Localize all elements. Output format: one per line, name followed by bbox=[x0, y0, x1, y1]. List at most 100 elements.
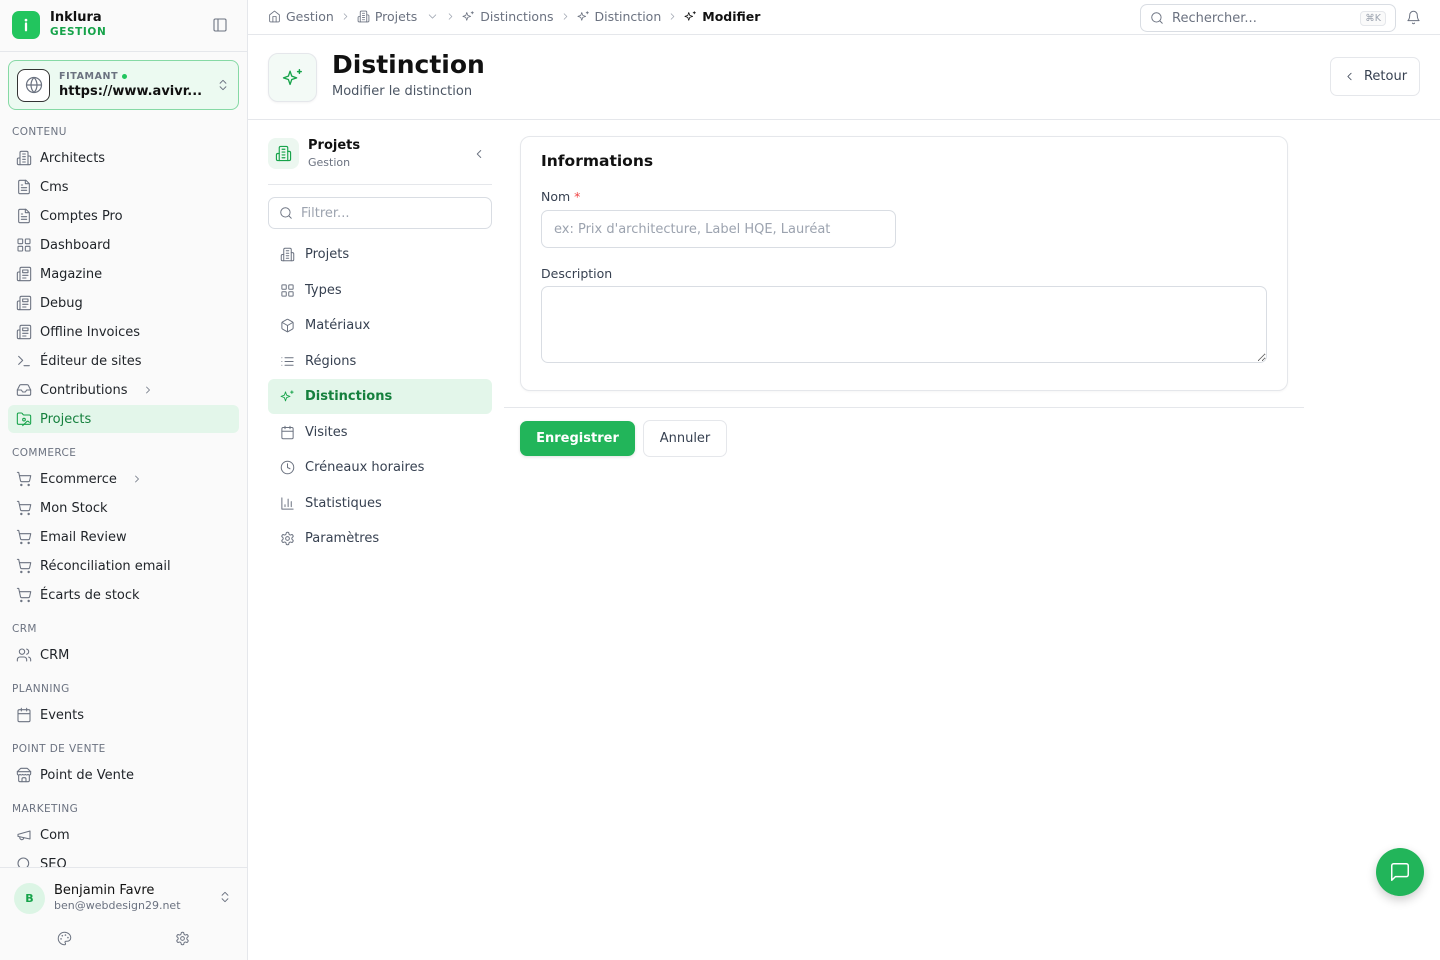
sidebar-item-label: Events bbox=[40, 707, 85, 723]
gear-icon[interactable] bbox=[175, 931, 190, 946]
breadcrumb-distinctions[interactable]: Distinctions bbox=[462, 9, 554, 24]
sidebar-item-reconciliation-email[interactable]: Réconciliation email bbox=[8, 552, 239, 580]
breadcrumb-label: Distinctions bbox=[480, 9, 554, 24]
sidebar-nav: CONTENU Architects Cms Comptes Pro Dashb… bbox=[0, 120, 247, 870]
sidebar-item-label: Réconciliation email bbox=[40, 558, 171, 574]
subnav-item-types[interactable]: Types bbox=[268, 273, 492, 308]
sidebar-item-offline-invoices[interactable]: Offline Invoices bbox=[8, 318, 239, 346]
breadcrumb-label: Projets bbox=[374, 9, 418, 24]
clock-icon bbox=[280, 460, 295, 475]
brand[interactable]: Inklura GESTION bbox=[12, 11, 106, 39]
name-label-text: Nom bbox=[541, 189, 571, 204]
chevron-left-icon bbox=[1343, 70, 1356, 83]
sidebar-item-mon-stock[interactable]: Mon Stock bbox=[8, 494, 239, 522]
subnav-item-regions[interactable]: Régions bbox=[268, 344, 492, 379]
chevron-right-icon bbox=[667, 11, 678, 22]
breadcrumb-distinction[interactable]: Distinction bbox=[577, 9, 662, 24]
subnav-header: Projets Gestion bbox=[268, 137, 492, 185]
grid-icon bbox=[16, 237, 32, 253]
required-mark: * bbox=[574, 189, 581, 204]
newspaper-icon bbox=[16, 295, 32, 311]
breadcrumb-label: Modifier bbox=[702, 9, 761, 24]
save-button[interactable]: Enregistrer bbox=[520, 421, 635, 456]
sidebar-item-editeur-de-sites[interactable]: Éditeur de sites bbox=[8, 347, 239, 375]
sidebar-item-ecarts-de-stock[interactable]: Écarts de stock bbox=[8, 581, 239, 609]
section-commerce: COMMERCE bbox=[12, 447, 77, 459]
user-email: ben@webdesign29.net bbox=[54, 899, 181, 912]
search-icon bbox=[1150, 11, 1164, 25]
name-input[interactable] bbox=[541, 210, 896, 248]
palette-icon[interactable] bbox=[57, 931, 72, 946]
file-icon bbox=[16, 208, 32, 224]
subnav-item-statistiques[interactable]: Statistiques bbox=[268, 486, 492, 521]
sidebar-item-cms[interactable]: Cms bbox=[8, 173, 239, 201]
description-textarea[interactable] bbox=[541, 286, 1267, 363]
collapse-subnav-icon[interactable] bbox=[472, 147, 486, 161]
filter-placeholder: Filtrer... bbox=[301, 205, 350, 221]
newspaper-icon bbox=[16, 324, 32, 340]
page-header: Distinction Modifier le distinction Reto… bbox=[248, 35, 1440, 120]
subnav-filter-input[interactable]: Filtrer... bbox=[268, 197, 492, 229]
sidebar-divider bbox=[0, 51, 247, 52]
breadcrumb-label: Distinction bbox=[594, 9, 662, 24]
sidebar-item-debug[interactable]: Debug bbox=[8, 289, 239, 317]
site-switcher[interactable]: FITAMANT https://www.avivr... bbox=[8, 60, 239, 110]
page-subtitle: Modifier le distinction bbox=[332, 84, 473, 99]
sidebar-item-projects[interactable]: Projects bbox=[8, 405, 239, 433]
subnav-item-label: Distinctions bbox=[305, 389, 393, 404]
subnav-item-visites[interactable]: Visites bbox=[268, 415, 492, 450]
newspaper-icon bbox=[16, 266, 32, 282]
sidebar-item-dashboard[interactable]: Dashboard bbox=[8, 231, 239, 259]
sidebar-item-label: Ecommerce bbox=[40, 471, 117, 487]
breadcrumb: Gestion Projets Distinctions Distinction… bbox=[268, 9, 760, 24]
global-search[interactable]: Rechercher... ⌘K bbox=[1140, 4, 1396, 32]
subnav-item-creneaux-horaires[interactable]: Créneaux horaires bbox=[268, 450, 492, 485]
subnav-item-parametres[interactable]: Paramètres bbox=[268, 521, 492, 556]
sidebar-item-comptes-pro[interactable]: Comptes Pro bbox=[8, 202, 239, 230]
avatar: B bbox=[14, 883, 45, 914]
sidebar-item-label: Contributions bbox=[40, 382, 128, 398]
sidebar-item-architects[interactable]: Architects bbox=[8, 144, 239, 172]
breadcrumb-projets[interactable]: Projets bbox=[357, 9, 439, 24]
subnav-item-label: Projets bbox=[305, 247, 350, 262]
sparkles-icon bbox=[684, 10, 697, 23]
sidebar-item-crm[interactable]: CRM bbox=[8, 641, 239, 669]
site-label: FITAMANT bbox=[59, 71, 202, 82]
user-menu[interactable]: B Benjamin Favre ben@webdesign29.net bbox=[0, 867, 247, 960]
chat-button[interactable] bbox=[1376, 848, 1424, 896]
subnav-item-label: Créneaux horaires bbox=[305, 460, 425, 475]
subnav-item-materiaux[interactable]: Matériaux bbox=[268, 308, 492, 343]
chevron-right-icon bbox=[131, 473, 143, 485]
sidebar-item-point-de-vente[interactable]: Point de Vente bbox=[8, 761, 239, 789]
sidebar-item-label: Magazine bbox=[40, 266, 103, 282]
chevron-updown-icon bbox=[218, 890, 232, 904]
sidebar-item-contributions[interactable]: Contributions bbox=[8, 376, 239, 404]
toggle-sidebar-icon[interactable] bbox=[212, 17, 228, 33]
sidebar-item-label: Offline Invoices bbox=[40, 324, 141, 340]
form-divider bbox=[504, 407, 1304, 408]
section-planning: PLANNING bbox=[12, 683, 70, 695]
app-subtitle: GESTION bbox=[50, 26, 107, 38]
cart-icon bbox=[16, 587, 32, 603]
sidebar-item-magazine[interactable]: Magazine bbox=[8, 260, 239, 288]
sidebar-item-label: CRM bbox=[40, 647, 70, 663]
building-icon bbox=[280, 247, 295, 262]
sparkles-icon bbox=[268, 53, 317, 102]
site-url: https://www.avivr... bbox=[59, 84, 203, 99]
breadcrumb-gestion[interactable]: Gestion bbox=[268, 9, 334, 24]
sidebar-item-events[interactable]: Events bbox=[8, 701, 239, 729]
sidebar-item-label: Éditeur de sites bbox=[40, 353, 142, 369]
chevron-down-icon[interactable] bbox=[426, 10, 439, 23]
search-icon bbox=[279, 206, 293, 220]
sidebar-item-label: Email Review bbox=[40, 529, 127, 545]
subnav-item-projets[interactable]: Projets bbox=[268, 237, 492, 272]
subnav-item-distinctions[interactable]: Distinctions bbox=[268, 379, 492, 414]
cancel-button[interactable]: Annuler bbox=[643, 420, 727, 457]
back-button[interactable]: Retour bbox=[1330, 57, 1420, 96]
site-label-text: FITAMANT bbox=[59, 71, 119, 82]
sidebar-item-ecommerce[interactable]: Ecommerce bbox=[8, 465, 239, 493]
box-icon bbox=[280, 318, 295, 333]
sidebar-item-email-review[interactable]: Email Review bbox=[8, 523, 239, 551]
bell-icon[interactable] bbox=[1406, 10, 1421, 25]
sidebar-item-com[interactable]: Com bbox=[8, 821, 239, 849]
